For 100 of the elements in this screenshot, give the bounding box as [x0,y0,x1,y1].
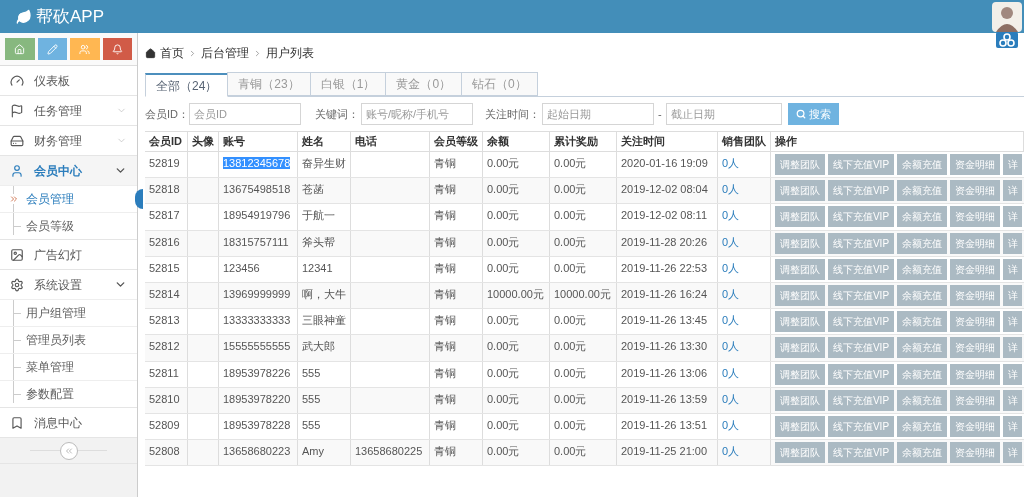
action-button[interactable]: 线下充值VIP [828,442,894,464]
sidebar-item[interactable]: 广告幻灯 [0,240,137,269]
action-button[interactable]: 线下充值VIP [828,363,894,385]
sidebar-item[interactable]: 仪表板 [0,66,137,95]
action-button[interactable]: 详 [1003,415,1022,437]
table-cell[interactable]: 0人 [722,287,740,300]
shortcut-button[interactable] [37,38,67,60]
action-button[interactable]: 调整团队 [775,337,825,359]
tab[interactable]: 白银（1） [309,72,387,96]
action-button[interactable]: 余额充值 [897,206,947,228]
table-cell[interactable]: 0人 [722,340,740,353]
action-button[interactable]: 详 [1003,258,1022,280]
breadcrumb-item[interactable]: 首页 [160,44,184,62]
action-button[interactable]: 资金明细 [950,363,1000,385]
action-button[interactable]: 资金明细 [950,232,1000,254]
shortcut-button[interactable] [5,38,35,60]
action-button[interactable]: 余额充值 [897,311,947,333]
sidebar-item[interactable]: 任务管理 [0,96,137,125]
submenu-item[interactable]: 用户组管理 [26,304,86,322]
action-button[interactable]: 资金明细 [950,389,1000,411]
sidebar-item[interactable]: 财务管理 [0,126,137,155]
action-button[interactable]: 详 [1003,180,1022,202]
action-button[interactable]: 线下充值VIP [828,232,894,254]
collapse-button[interactable] [59,441,78,460]
submenu-item[interactable]: 参数配置 [26,385,74,403]
tab[interactable]: 全部（24） [145,73,229,97]
action-button[interactable]: 详 [1003,389,1022,411]
tab[interactable]: 青铜（23） [227,72,311,96]
action-button[interactable]: 详 [1003,232,1022,254]
table-cell[interactable]: 0人 [722,183,740,196]
action-button[interactable]: 调整团队 [775,442,825,464]
sidebar-item[interactable]: 系统设置 [0,270,137,299]
action-button[interactable]: 线下充值VIP [828,284,894,306]
table-cell[interactable]: 0人 [722,392,740,405]
action-button[interactable]: 调整团队 [775,154,825,175]
breadcrumb-item[interactable]: 后台管理 [201,44,249,62]
action-button[interactable]: 调整团队 [775,311,825,333]
action-button[interactable]: 调整团队 [775,389,825,411]
action-button[interactable]: 资金明细 [950,154,1000,175]
table-cell[interactable]: 0人 [722,209,740,222]
action-button[interactable]: 线下充值VIP [828,180,894,202]
action-button[interactable]: 余额充值 [897,154,947,175]
tab[interactable]: 黄金（0） [385,72,463,96]
action-button[interactable]: 线下充值VIP [828,389,894,411]
action-button[interactable]: 资金明细 [950,337,1000,359]
action-button[interactable]: 调整团队 [775,415,825,437]
table-cell[interactable]: 0人 [722,261,740,274]
search-button[interactable]: 搜索 [787,103,839,125]
action-button[interactable]: 线下充值VIP [828,415,894,437]
action-button[interactable]: 线下充值VIP [828,206,894,228]
table-cell[interactable]: 0人 [722,157,740,169]
end-date-field[interactable]: 截止日期 [665,103,782,125]
action-button[interactable]: 线下充值VIP [828,337,894,359]
action-button[interactable]: 资金明细 [950,206,1000,228]
action-button[interactable]: 资金明细 [950,284,1000,306]
action-button[interactable]: 余额充值 [897,363,947,385]
action-button[interactable]: 余额充值 [897,442,947,464]
submenu-item[interactable]: 会员等级 [26,217,74,235]
member-id-field[interactable]: 会员ID [189,103,301,125]
action-button[interactable]: 调整团队 [775,206,825,228]
action-button[interactable]: 线下充值VIP [828,311,894,333]
action-button[interactable]: 余额充值 [897,258,947,280]
submenu-item[interactable]: 管理员列表 [26,331,86,349]
action-button[interactable]: 资金明细 [950,258,1000,280]
table-cell[interactable]: 0人 [722,366,740,379]
action-button[interactable]: 详 [1003,363,1022,385]
action-button[interactable]: 余额充值 [897,232,947,254]
action-button[interactable]: 详 [1003,311,1022,333]
action-button[interactable]: 线下充值VIP [828,154,894,175]
action-button[interactable]: 余额充值 [897,389,947,411]
submenu-item[interactable]: 菜单管理 [26,358,74,376]
table-cell[interactable]: 0人 [722,235,740,248]
action-button[interactable]: 详 [1003,206,1022,228]
action-button[interactable]: 线下充值VIP [828,258,894,280]
action-button[interactable]: 余额充值 [897,284,947,306]
shortcut-button[interactable] [102,38,132,60]
submenu-item[interactable]: 会员管理 [26,190,74,208]
sidebar-item[interactable]: 消息中心 [0,408,137,437]
table-cell[interactable]: 0人 [722,314,740,327]
tab[interactable]: 钻石（0） [461,72,538,96]
table-cell[interactable]: 0人 [722,418,740,431]
action-button[interactable]: 资金明细 [950,415,1000,437]
action-button[interactable]: 调整团队 [775,284,825,306]
action-button[interactable]: 详 [1003,337,1022,359]
keyword-field[interactable]: 账号/昵称/手机号 [361,103,473,125]
action-button[interactable]: 详 [1003,154,1022,175]
action-button[interactable]: 余额充值 [897,337,947,359]
action-button[interactable]: 调整团队 [775,363,825,385]
action-button[interactable]: 调整团队 [775,232,825,254]
action-button[interactable]: 调整团队 [775,180,825,202]
action-button[interactable]: 余额充值 [897,415,947,437]
action-button[interactable]: 详 [1003,284,1022,306]
action-button[interactable]: 余额充值 [897,180,947,202]
action-button[interactable]: 详 [1003,442,1022,464]
action-button[interactable]: 资金明细 [950,311,1000,333]
table-cell[interactable]: 0人 [722,445,740,458]
action-button[interactable]: 资金明细 [950,442,1000,464]
action-button[interactable]: 资金明细 [950,180,1000,202]
start-date-field[interactable]: 起始日期 [542,103,654,125]
action-button[interactable]: 调整团队 [775,258,825,280]
